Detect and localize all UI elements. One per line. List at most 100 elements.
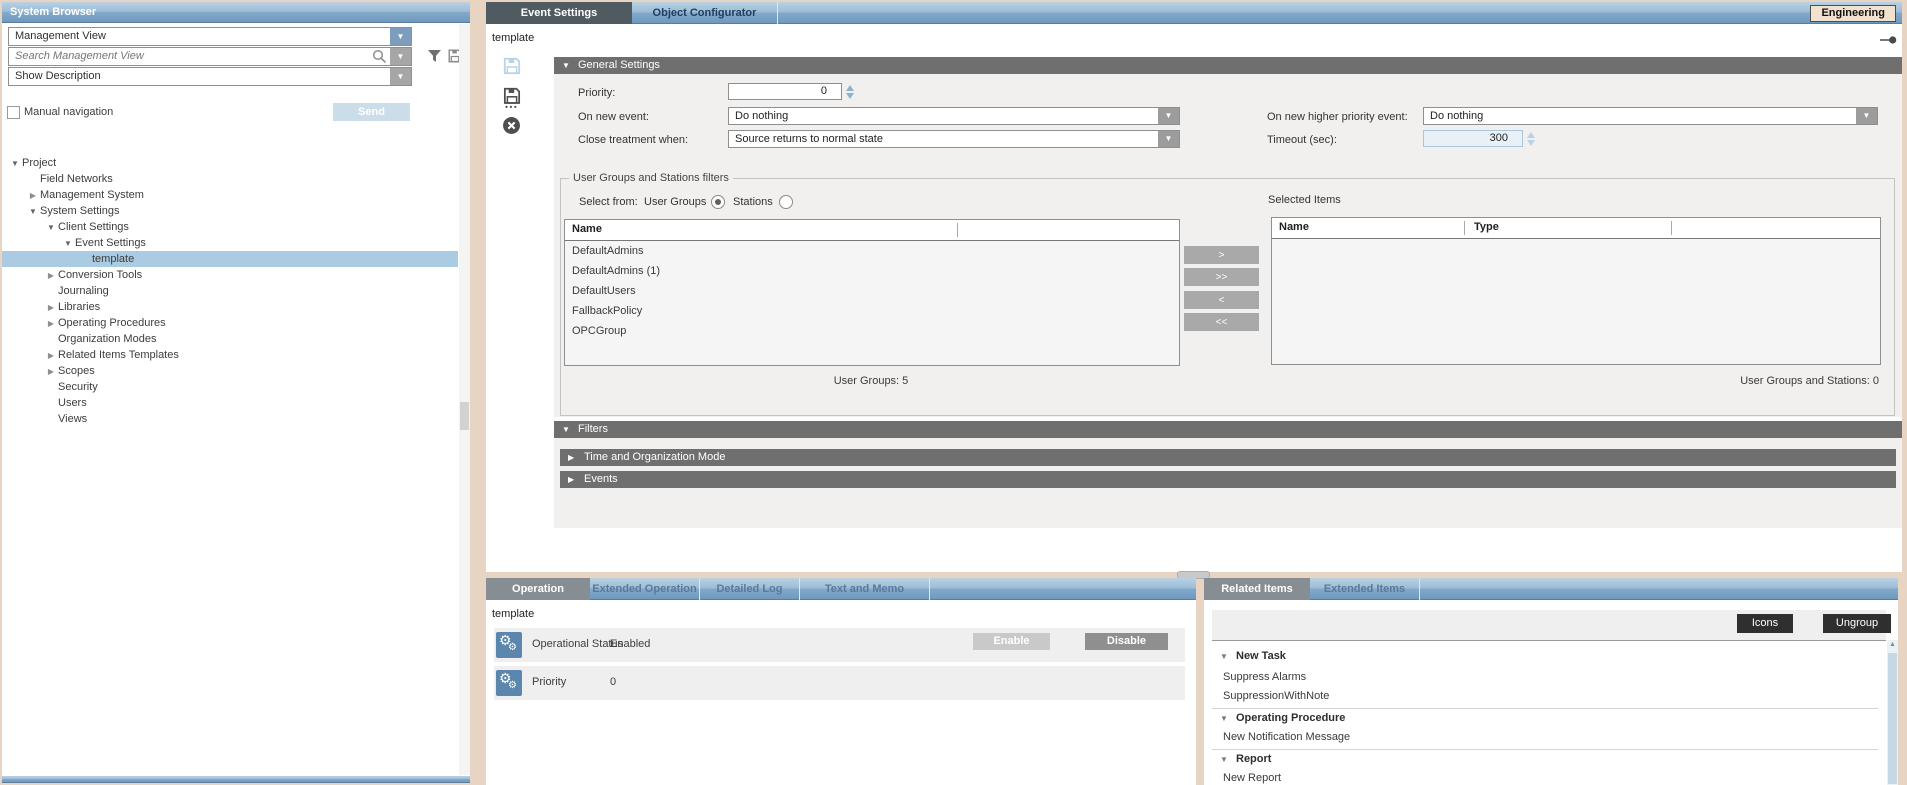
- expander-icon[interactable]: ▼: [61, 239, 75, 248]
- table-row[interactable]: DefaultUsers: [565, 281, 1179, 301]
- user-groups-radio[interactable]: [711, 195, 725, 209]
- filters-section-header[interactable]: ▼Filters: [554, 421, 1902, 438]
- move-left-button[interactable]: <: [1184, 291, 1259, 309]
- higher-priority-dropdown[interactable]: Do nothing ▼: [1423, 107, 1878, 125]
- view-selector-combo[interactable]: Management View ▼: [8, 27, 412, 46]
- tab-detailed-log[interactable]: Detailed Log: [700, 578, 800, 600]
- move-all-right-button[interactable]: >>: [1184, 268, 1259, 286]
- group-report[interactable]: ▼Report: [1220, 753, 1271, 765]
- sidebar-item-journaling[interactable]: Journaling: [2, 283, 458, 299]
- timeout-spinner[interactable]: [1525, 130, 1537, 147]
- sidebar-item-operating-procedures[interactable]: ▶Operating Procedures: [2, 315, 458, 331]
- sidebar-item-scopes[interactable]: ▶Scopes: [2, 363, 458, 379]
- tab-text-and-memo[interactable]: Text and Memo: [800, 578, 930, 600]
- chevron-down-icon[interactable]: ▼: [1856, 108, 1877, 124]
- engineering-mode-button[interactable]: Engineering: [1810, 5, 1896, 22]
- save-button[interactable]: [502, 56, 522, 79]
- sidebar-item-management-system[interactable]: ▶Management System: [2, 187, 458, 203]
- table-row[interactable]: DefaultAdmins (1): [565, 261, 1179, 281]
- list-item-suppress-alarms[interactable]: Suppress Alarms: [1223, 671, 1306, 683]
- name-column-header[interactable]: Name: [1279, 221, 1309, 233]
- tab-extended-items[interactable]: Extended Items: [1310, 578, 1420, 600]
- search-input[interactable]: [9, 48, 373, 63]
- close-treatment-dropdown[interactable]: Source returns to normal state ▼: [728, 130, 1180, 148]
- filter-icon[interactable]: [427, 49, 443, 67]
- move-right-button[interactable]: >: [1184, 246, 1259, 264]
- column-divider[interactable]: [957, 223, 958, 237]
- sidebar-item-field-networks[interactable]: Field Networks: [2, 171, 458, 187]
- disable-button[interactable]: Disable: [1085, 633, 1168, 650]
- sidebar-item-views[interactable]: Views: [2, 411, 458, 427]
- sidebar-item-security[interactable]: Security: [2, 379, 458, 395]
- stations-radio[interactable]: [779, 195, 793, 209]
- on-new-event-dropdown[interactable]: Do nothing ▼: [728, 107, 1180, 125]
- chevron-down-icon[interactable]: ▼: [390, 68, 411, 85]
- enable-button[interactable]: Enable: [973, 633, 1050, 650]
- priority-input[interactable]: 0: [728, 83, 842, 100]
- manual-navigation-checkbox[interactable]: [7, 106, 20, 119]
- sidebar-item-event-settings[interactable]: ▼Event Settings: [2, 235, 458, 251]
- expander-icon[interactable]: ▶: [44, 319, 58, 328]
- icons-button[interactable]: Icons: [1737, 614, 1793, 633]
- tab-event-settings[interactable]: Event Settings: [486, 2, 632, 24]
- scroll-up-icon[interactable]: ▲: [1887, 641, 1898, 648]
- search-chevron-down-icon[interactable]: ▼: [390, 48, 411, 65]
- sidebar-scrollbar[interactable]: [459, 24, 470, 775]
- save-as-button[interactable]: [502, 86, 522, 111]
- sidebar-item-conversion-tools[interactable]: ▶Conversion Tools: [2, 267, 458, 283]
- expander-icon[interactable]: ▶: [44, 303, 58, 312]
- scrollbar-thumb[interactable]: [460, 402, 469, 430]
- expander-icon[interactable]: ▼: [44, 223, 58, 232]
- sidebar-item-project[interactable]: ▼Project: [2, 155, 458, 171]
- table-row[interactable]: OPCGroup: [565, 321, 1179, 341]
- search-icon[interactable]: [372, 49, 387, 67]
- sidebar-item-system-settings[interactable]: ▼System Settings: [2, 203, 458, 219]
- collapse-icon[interactable]: ▼: [1220, 755, 1236, 764]
- name-column-header[interactable]: Name: [572, 223, 602, 235]
- group-operating-procedure[interactable]: ▼Operating Procedure: [1220, 712, 1345, 724]
- sidebar-item-template[interactable]: template: [2, 251, 458, 267]
- expander-icon[interactable]: ▶: [26, 191, 40, 200]
- related-items-scrollbar[interactable]: ▲: [1887, 640, 1898, 785]
- collapse-icon[interactable]: ▼: [1220, 714, 1236, 723]
- sidebar-item-users[interactable]: Users: [2, 395, 458, 411]
- ungroup-button[interactable]: Ungroup: [1823, 614, 1891, 633]
- sidebar-item-related-items-templates[interactable]: ▶Related Items Templates: [2, 347, 458, 363]
- column-divider[interactable]: [1464, 221, 1465, 235]
- chevron-down-icon[interactable]: ▼: [1158, 108, 1179, 124]
- chevron-down-icon[interactable]: ▼: [390, 28, 411, 45]
- tab-object-configurator[interactable]: Object Configurator: [632, 2, 778, 24]
- column-divider[interactable]: [1671, 221, 1672, 235]
- tab-related-items[interactable]: Related Items: [1204, 578, 1310, 600]
- timeout-input[interactable]: 300: [1423, 130, 1523, 147]
- expander-icon[interactable]: ▼: [26, 207, 40, 216]
- tab-operation[interactable]: Operation: [486, 578, 590, 600]
- display-mode-combo[interactable]: Show Description ▼: [8, 67, 412, 86]
- move-all-left-button[interactable]: <<: [1184, 313, 1259, 331]
- expander-icon[interactable]: ▶: [44, 367, 58, 376]
- group-new-task[interactable]: ▼New Task: [1220, 650, 1286, 662]
- sidebar-item-libraries[interactable]: ▶Libraries: [2, 299, 458, 315]
- list-item-new-report[interactable]: New Report: [1223, 772, 1281, 784]
- scrollbar-thumb[interactable]: [1888, 653, 1897, 784]
- spinner-up-icon[interactable]: [846, 85, 854, 91]
- spinner-down-icon[interactable]: [846, 93, 854, 99]
- priority-spinner[interactable]: [844, 83, 856, 100]
- time-organization-mode-header[interactable]: ▶Time and Organization Mode: [560, 449, 1896, 466]
- collapse-icon[interactable]: ▼: [1220, 652, 1236, 661]
- sidebar-item-organization-modes[interactable]: Organization Modes: [2, 331, 458, 347]
- chevron-down-icon[interactable]: ▼: [1158, 131, 1179, 147]
- spinner-up-icon[interactable]: [1527, 132, 1535, 138]
- general-settings-header[interactable]: ▼General Settings: [554, 57, 1902, 74]
- discard-button[interactable]: [502, 116, 521, 138]
- type-column-header[interactable]: Type: [1474, 221, 1499, 233]
- expander-icon[interactable]: ▶: [44, 271, 58, 280]
- expander-icon[interactable]: ▼: [8, 159, 22, 168]
- list-item-new-notification-message[interactable]: New Notification Message: [1223, 731, 1350, 743]
- list-item-suppressionwithnote[interactable]: SuppressionWithNote: [1223, 690, 1329, 702]
- expander-icon[interactable]: ▶: [44, 351, 58, 360]
- sidebar-item-client-settings[interactable]: ▼Client Settings: [2, 219, 458, 235]
- send-button[interactable]: Send: [333, 103, 410, 121]
- table-row[interactable]: FallbackPolicy: [565, 301, 1179, 321]
- tab-extended-operation[interactable]: Extended Operation: [590, 578, 700, 600]
